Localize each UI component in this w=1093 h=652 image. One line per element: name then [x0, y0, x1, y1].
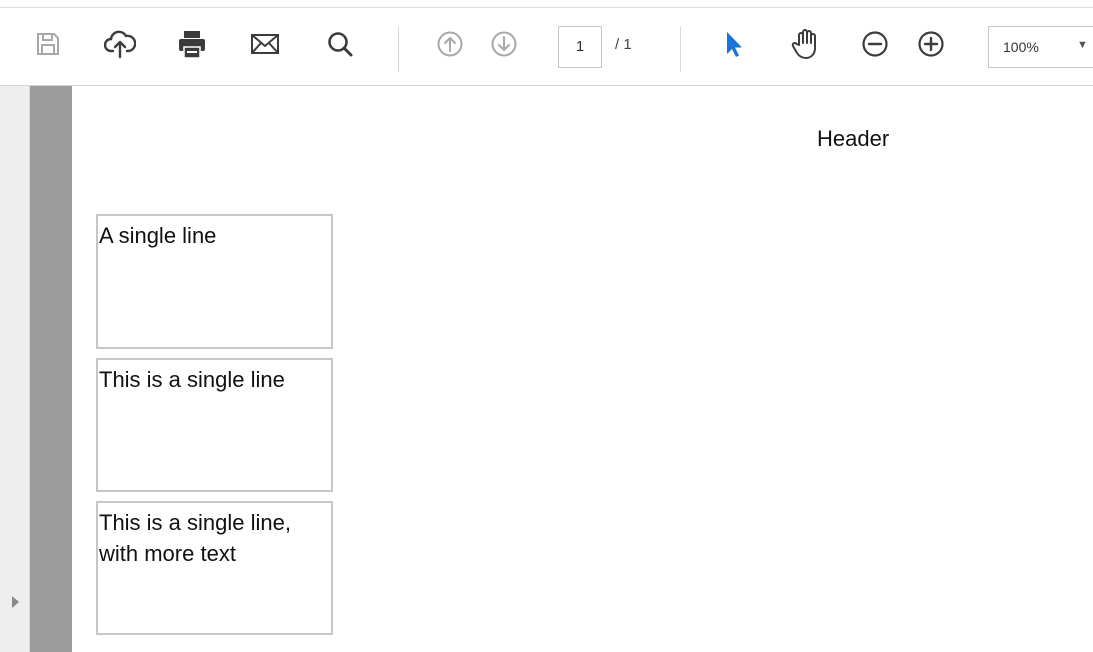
toolbar-separator — [680, 26, 681, 72]
text-cell: This is a single line — [96, 358, 333, 492]
text-cell: A single line — [96, 214, 333, 349]
minus-circle-icon — [862, 31, 888, 57]
envelope-icon — [251, 34, 279, 54]
print-button[interactable] — [172, 24, 212, 64]
save-button[interactable] — [28, 24, 68, 64]
hand-icon — [791, 29, 816, 59]
navigation-panel — [0, 86, 30, 652]
next-page-button[interactable] — [484, 24, 524, 64]
zoom-value: 100% — [1003, 39, 1039, 55]
plus-circle-icon — [918, 31, 944, 57]
toolbar: 1 / 1 100% ▼ — [0, 0, 1093, 86]
text-cell: This is a single line, with more text — [96, 501, 333, 635]
page-gutter — [30, 86, 72, 652]
hand-tool-button[interactable] — [786, 24, 826, 64]
cloud-upload-icon — [104, 30, 136, 59]
search-button[interactable] — [320, 24, 360, 64]
page-number-input[interactable]: 1 — [558, 26, 602, 68]
select-tool-button[interactable] — [714, 24, 754, 64]
pointer-arrow-icon — [727, 32, 742, 57]
arrow-down-circle-icon — [491, 31, 517, 57]
email-button[interactable] — [245, 24, 285, 64]
page-header: Header — [817, 126, 890, 151]
page-total-label: / 1 — [615, 36, 632, 53]
printer-icon — [179, 31, 205, 59]
zoom-in-button[interactable] — [911, 24, 951, 64]
expand-panel-icon[interactable] — [12, 596, 19, 608]
chevron-down-icon: ▼ — [1077, 39, 1088, 51]
zoom-out-button[interactable] — [855, 24, 895, 64]
document-page: Header A single line This is a single li… — [72, 86, 1093, 652]
arrow-up-circle-icon — [437, 31, 463, 57]
save-icon — [37, 33, 59, 55]
pdf-viewer: 1 / 1 100% ▼ Header A single line This i… — [0, 0, 1093, 652]
zoom-select[interactable]: 100% ▼ — [988, 26, 1093, 68]
previous-page-button[interactable] — [430, 24, 470, 64]
upload-button[interactable] — [100, 24, 140, 64]
magnifier-icon — [328, 32, 353, 57]
toolbar-separator — [398, 26, 399, 72]
